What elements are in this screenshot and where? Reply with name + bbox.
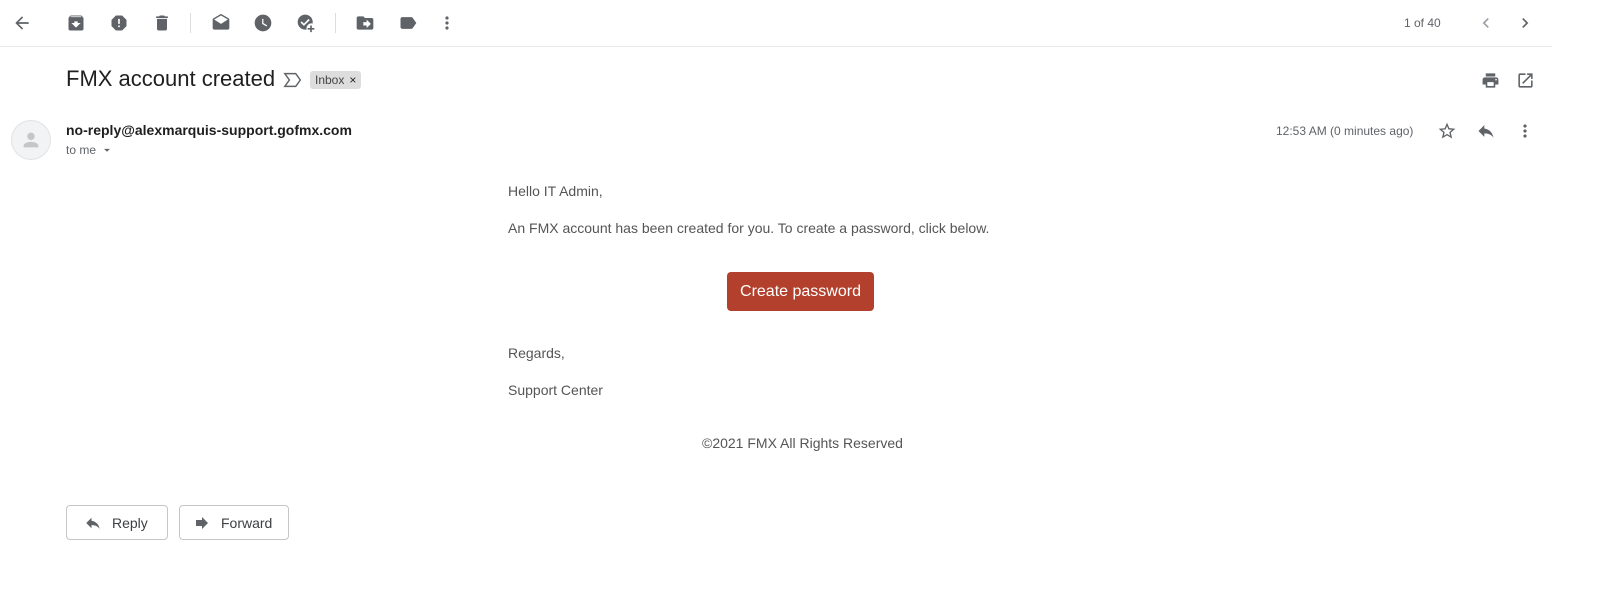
message-toolbar: 1 of 40	[0, 0, 1552, 47]
forward-icon	[196, 516, 208, 529]
more-options-button[interactable]	[429, 5, 465, 41]
delete-icon	[156, 15, 168, 31]
email-subject: FMX account created	[66, 66, 276, 91]
caret-down-icon	[104, 148, 110, 152]
archive-icon	[68, 15, 84, 31]
move-to-button[interactable]	[347, 5, 383, 41]
sender-address[interactable]: no-reply@alexmarquis-support.gofmx.com	[66, 122, 352, 138]
reply-icon	[1478, 125, 1494, 138]
reply-label: Reply	[112, 514, 148, 531]
message-more-button[interactable]	[1512, 118, 1538, 144]
star-outline-icon	[1438, 122, 1456, 139]
forward-button[interactable]: Forward	[179, 505, 289, 540]
snooze-icon	[254, 14, 272, 32]
message-timestamp: 12:53 AM (0 minutes ago)	[1276, 124, 1414, 138]
archive-button[interactable]	[58, 5, 94, 41]
reply-icon	[86, 517, 100, 529]
labels-button[interactable]	[390, 5, 426, 41]
open-in-new-icon	[1517, 72, 1533, 88]
report-spam-button[interactable]	[101, 5, 137, 41]
label-icon	[400, 17, 417, 29]
toolbar-divider	[190, 13, 191, 33]
arrow-back-icon	[15, 16, 29, 30]
toolbar-divider	[335, 13, 336, 33]
older-button[interactable]	[1468, 5, 1504, 41]
snooze-button[interactable]	[245, 5, 281, 41]
move-to-icon	[356, 16, 374, 30]
reply-button[interactable]: Reply	[66, 505, 168, 540]
add-to-tasks-icon	[297, 14, 315, 33]
delete-button[interactable]	[144, 5, 180, 41]
inbox-label-chip: Inbox ×	[310, 71, 362, 89]
star-button[interactable]	[1434, 118, 1460, 144]
open-new-window-button[interactable]	[1513, 68, 1537, 92]
importance-marker[interactable]	[283, 71, 303, 89]
create-password-button[interactable]: Create password	[727, 272, 874, 311]
mark-unread-button[interactable]	[203, 5, 239, 41]
message-greeting: Hello IT Admin,	[508, 183, 603, 199]
print-icon	[1482, 72, 1498, 88]
recipient-text: to me	[66, 143, 97, 157]
add-to-tasks-button[interactable]	[288, 5, 324, 41]
reply-header-button[interactable]	[1473, 118, 1499, 144]
importance-icon	[283, 72, 302, 88]
chevron-left-icon	[1482, 18, 1489, 28]
pagination-count: 1 of 40	[1404, 16, 1441, 30]
report-spam-icon	[111, 15, 127, 31]
back-button[interactable]	[4, 5, 40, 41]
mark-unread-icon	[212, 13, 230, 30]
message-signature: Support Center	[508, 382, 603, 398]
sender-avatar[interactable]	[11, 120, 51, 160]
message-paragraph: An FMX account has been created for you.…	[508, 220, 990, 236]
copyright-notice: ©2021 FMX All Rights Reserved	[702, 435, 903, 451]
more-vert-icon	[445, 16, 449, 30]
recipient-details-toggle[interactable]: to me	[66, 143, 114, 157]
print-all-button[interactable]	[1478, 68, 1502, 92]
forward-label: Forward	[221, 514, 273, 531]
newer-button[interactable]	[1507, 5, 1543, 41]
label-text: Inbox	[315, 73, 345, 87]
chevron-right-icon	[1522, 18, 1529, 28]
remove-label-button[interactable]: ×	[349, 73, 356, 87]
person-icon	[23, 132, 39, 148]
message-regards: Regards,	[508, 345, 565, 361]
more-vert-icon	[1523, 124, 1527, 138]
